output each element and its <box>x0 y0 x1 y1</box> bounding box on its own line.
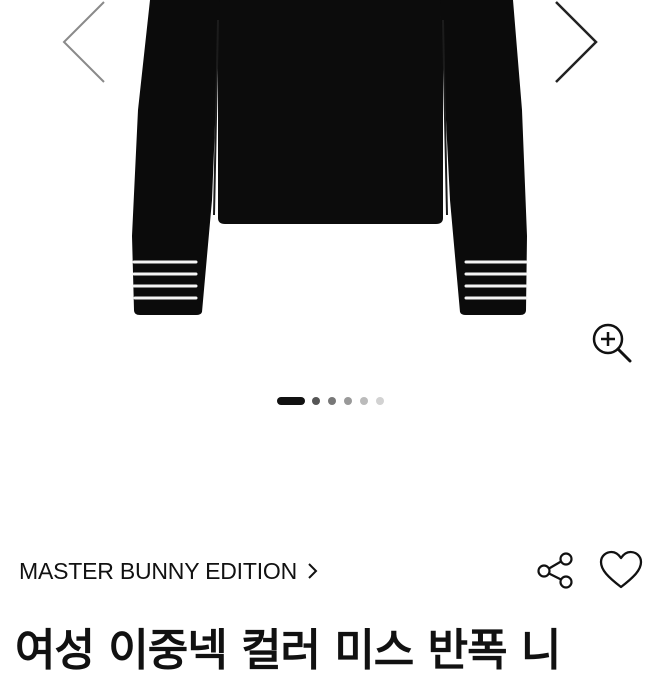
product-title: 여성 이중넥 컬러 미스 반폭 니 <box>15 625 561 676</box>
brand-link[interactable]: MASTER BUNNY EDITION <box>19 553 319 589</box>
brand-name: MASTER BUNNY EDITION <box>19 557 297 584</box>
carousel-dot[interactable] <box>376 397 384 405</box>
carousel-dot-active[interactable] <box>277 397 305 405</box>
carousel-dot[interactable] <box>344 397 352 405</box>
carousel-dot[interactable] <box>312 397 320 405</box>
carousel-dot[interactable] <box>360 397 368 405</box>
heart-icon[interactable] <box>598 549 644 591</box>
product-image-gallery[interactable] <box>0 0 661 420</box>
chevron-left-icon[interactable] <box>58 0 108 86</box>
chevron-right-icon <box>308 563 318 579</box>
carousel-dot[interactable] <box>328 397 336 405</box>
share-icon[interactable] <box>535 551 575 589</box>
carousel-pagination <box>0 397 661 407</box>
zoom-in-icon[interactable] <box>590 321 632 363</box>
chevron-right-icon[interactable] <box>552 0 602 86</box>
